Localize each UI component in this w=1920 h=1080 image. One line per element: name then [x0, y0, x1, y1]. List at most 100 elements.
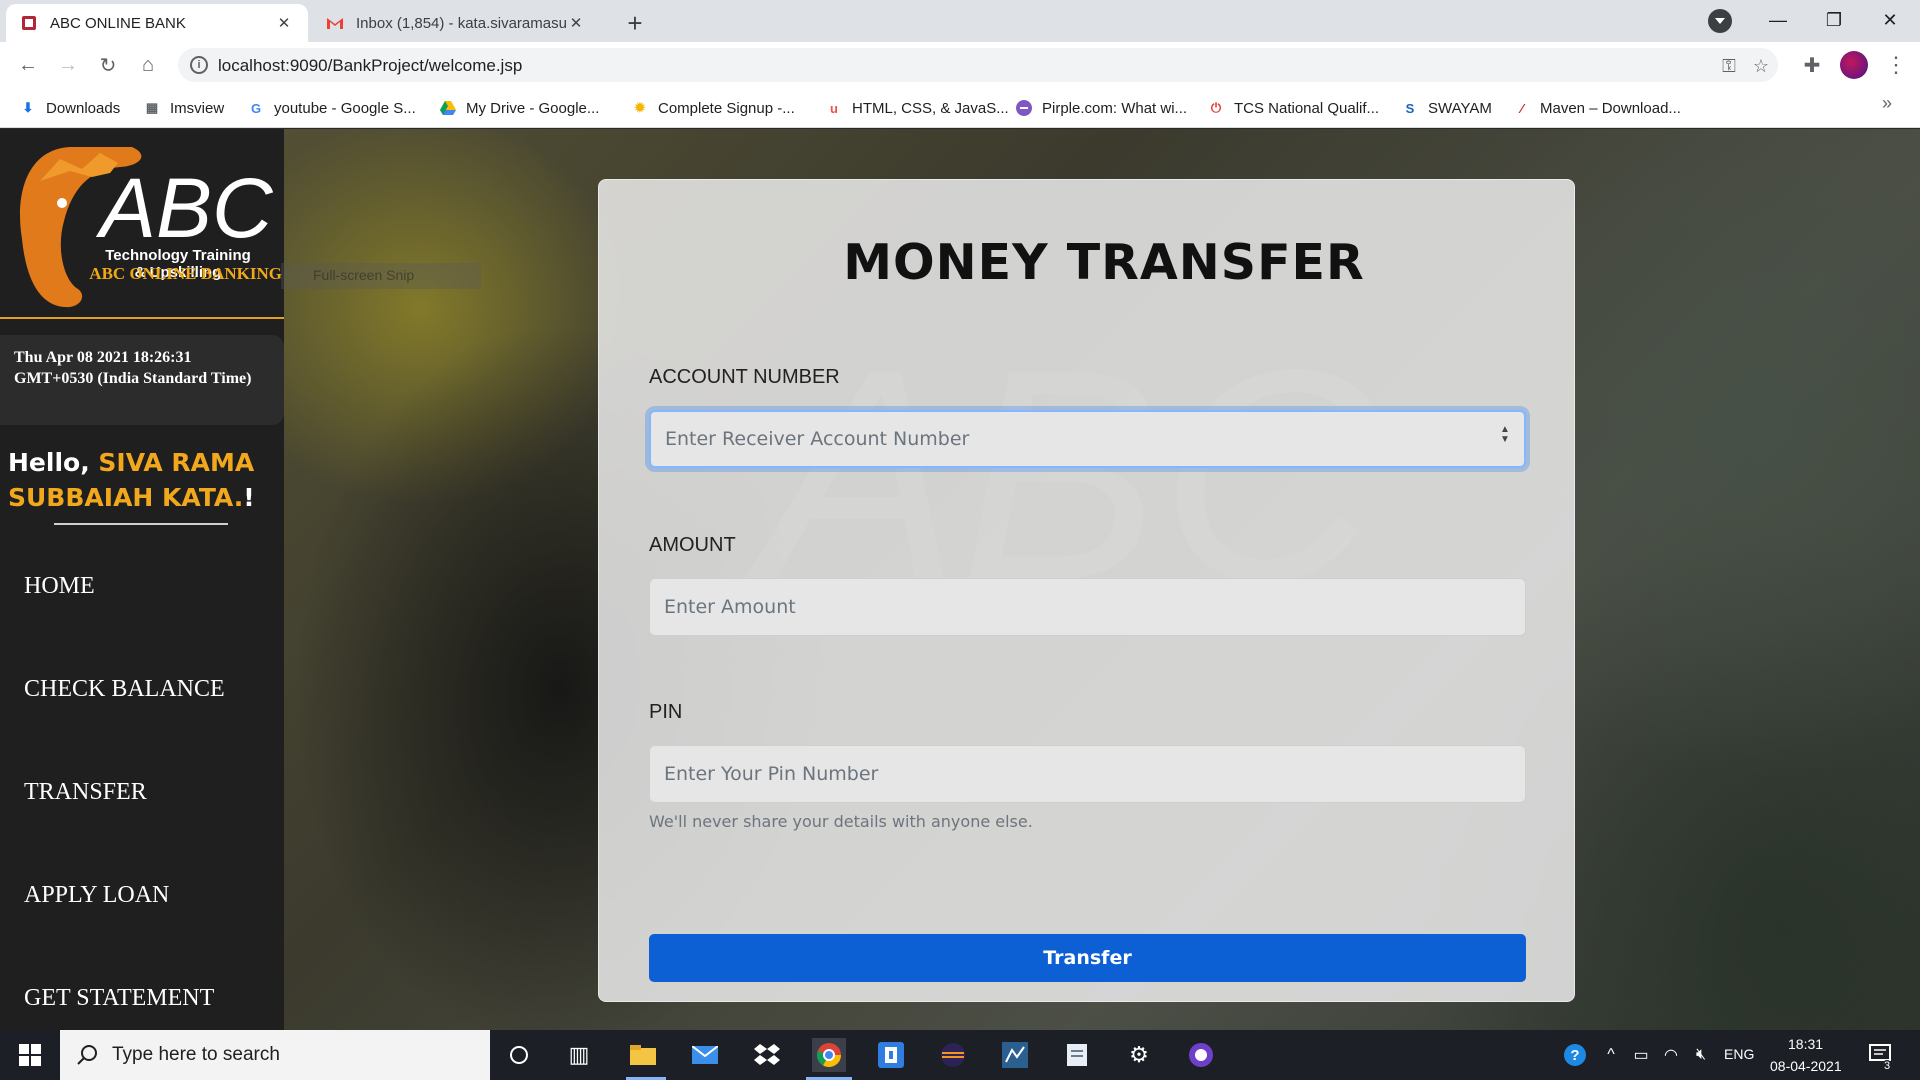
privacy-help-text: We'll never share your details with anyo… — [649, 812, 1033, 831]
nav-home[interactable]: HOME — [24, 573, 95, 600]
windows-start-icon[interactable] — [0, 1030, 60, 1080]
windows-taskbar: Type here to search ▥ ⚙ ? ^ ▭ ◠ 🔇︎ ENG 1… — [0, 1030, 1920, 1080]
gmail-icon — [326, 14, 344, 32]
bookmark-pirple[interactable]: Pirple.com: What wi... — [1016, 97, 1187, 119]
chrome-icon[interactable] — [812, 1038, 846, 1072]
minimize-button[interactable]: — — [1750, 0, 1806, 40]
wifi-icon[interactable]: ◠ — [1654, 1038, 1688, 1072]
battery-icon[interactable]: ▭ — [1624, 1038, 1658, 1072]
bookmark-maven[interactable]: ∕ Maven – Download... — [1514, 97, 1681, 119]
language-indicator[interactable]: ENG — [1724, 1046, 1754, 1062]
greeting-suffix: ! — [243, 483, 255, 512]
forward-icon[interactable]: → — [54, 51, 82, 79]
account-number-input[interactable] — [649, 410, 1526, 468]
bookmark-complete-signup[interactable]: ✹ Complete Signup -... — [632, 97, 795, 119]
browser-toolbar: ← → ↻ ⌂ i localhost:9090/BankProject/wel… — [0, 42, 1920, 88]
sidebar: ABC Technology Training & Upskilling ABC… — [0, 129, 284, 1030]
taskbar-search[interactable]: Type here to search — [60, 1030, 490, 1080]
bookmark-label: youtube - Google S... — [274, 99, 416, 117]
close-window-button[interactable]: ✕ — [1862, 0, 1918, 40]
settings-gear-app-icon[interactable]: ⚙ — [1122, 1038, 1156, 1072]
extensions-puzzle-icon[interactable]: ✚ — [1798, 51, 1826, 79]
search-icon — [77, 1045, 97, 1065]
bookmark-label: HTML, CSS, & JavaS... — [852, 99, 1009, 117]
svg-text:?: ? — [1570, 1047, 1579, 1064]
bookmarks-overflow-icon[interactable]: » — [1882, 93, 1892, 114]
dropbox-icon[interactable] — [750, 1038, 784, 1072]
back-icon[interactable]: ← — [14, 51, 42, 79]
greeting: Hello, SIVA RAMA SUBBAIAH KATA.! — [0, 445, 284, 515]
abc-logo: ABC Technology Training & Upskilling ABC… — [0, 129, 284, 319]
amount-input[interactable] — [649, 578, 1526, 636]
reload-icon[interactable]: ↻ — [94, 51, 122, 79]
bookmarks-bar: ⬇ Downloads ▦ Imsview G youtube - Google… — [0, 88, 1920, 128]
site-info-icon[interactable]: i — [190, 56, 208, 74]
clock-time[interactable]: 18:31 — [1788, 1036, 1823, 1052]
tab-close-icon[interactable]: ✕ — [566, 13, 586, 33]
abc-favicon-icon — [20, 14, 38, 32]
key-icon[interactable]: ⚿ — [1718, 55, 1740, 77]
bookmark-label: My Drive - Google... — [466, 99, 600, 117]
mysql-workbench-icon[interactable] — [998, 1038, 1032, 1072]
maximize-button[interactable]: ❐ — [1806, 0, 1862, 40]
elephant-logo-icon: ABC Technology Training & Upskilling — [20, 147, 274, 308]
new-tab-button[interactable]: + — [620, 8, 650, 38]
transfer-button[interactable]: Transfer — [649, 934, 1526, 982]
help-icon[interactable]: ? — [1558, 1038, 1592, 1072]
bookmark-label: Maven – Download... — [1540, 99, 1681, 117]
url-text[interactable]: localhost:9090/BankProject/welcome.jsp — [218, 56, 522, 76]
tab-abc-online-bank[interactable]: ABC ONLINE BANK ✕ — [6, 4, 308, 42]
chrome-menu-icon[interactable]: ⋮ — [1885, 51, 1907, 79]
nav-transfer[interactable]: TRANSFER — [24, 779, 147, 806]
app-blue-square-icon[interactable] — [874, 1038, 908, 1072]
drive-icon — [440, 100, 456, 116]
notifications-icon[interactable] — [1864, 1038, 1898, 1072]
bookmark-my-drive[interactable]: My Drive - Google... — [440, 97, 599, 119]
bookmark-youtube-google[interactable]: G youtube - Google S... — [248, 97, 416, 119]
nav-get-statement[interactable]: GET STATEMENT — [24, 985, 214, 1012]
github-desktop-icon[interactable] — [1184, 1038, 1218, 1072]
bookmark-imsview[interactable]: ▦ Imsview — [144, 97, 224, 119]
bookmark-star-icon[interactable]: ☆ — [1750, 55, 1772, 77]
pirple-icon — [1016, 100, 1032, 116]
logo-caption: ABC ONLINE BANKING — [89, 264, 282, 283]
number-spinner-icon[interactable]: ▲ ▼ — [1498, 425, 1512, 445]
bookmark-html-css-js[interactable]: u HTML, CSS, & JavaS... — [826, 97, 1009, 119]
google-icon: G — [250, 100, 262, 116]
snip-overlay-label: Full-screen Snip — [281, 263, 481, 289]
file-explorer-icon[interactable] — [626, 1038, 660, 1072]
volume-muted-icon[interactable]: 🔇︎ — [1684, 1038, 1718, 1072]
bookmark-downloads[interactable]: ⬇ Downloads — [20, 97, 121, 119]
nav-check-balance[interactable]: CHECK BALANCE — [24, 676, 225, 703]
amount-label: AMOUNT — [649, 534, 736, 556]
tab-title: Inbox (1,854) - kata.sivaramasubb — [356, 14, 566, 32]
tab-search-icon[interactable] — [1708, 9, 1732, 33]
swayam-icon: S — [1405, 100, 1415, 116]
tray-chevron-icon[interactable]: ^ — [1594, 1038, 1628, 1072]
bookmark-label: TCS National Qualif... — [1234, 99, 1380, 117]
svg-text:ABC: ABC — [95, 161, 274, 255]
tab-close-icon[interactable]: ✕ — [274, 13, 294, 33]
notepad-icon[interactable] — [1060, 1038, 1094, 1072]
bookmark-tcs[interactable]: ⏻ TCS National Qualif... — [1208, 97, 1379, 119]
bookmark-label: Pirple.com: What wi... — [1042, 99, 1188, 117]
download-icon: ⬇ — [22, 100, 34, 115]
cortana-icon[interactable] — [502, 1038, 536, 1072]
clock-date[interactable]: 08-04-2021 — [1770, 1058, 1842, 1074]
pin-input[interactable] — [649, 745, 1526, 803]
bookmark-label: Complete Signup -... — [658, 99, 795, 117]
bookmark-label: Downloads — [46, 99, 121, 117]
datetime-display: Thu Apr 08 2021 18:26:31 GMT+0530 (India… — [0, 335, 284, 425]
eclipse-icon[interactable] — [936, 1038, 970, 1072]
task-view-icon[interactable]: ▥ — [562, 1038, 596, 1072]
address-bar[interactable]: i localhost:9090/BankProject/welcome.jsp… — [178, 48, 1778, 82]
pin-label: PIN — [649, 701, 683, 723]
profile-avatar[interactable] — [1840, 51, 1868, 79]
page-title: MONEY TRANSFER — [843, 234, 1365, 291]
nav-apply-loan[interactable]: APPLY LOAN — [24, 882, 169, 909]
home-icon[interactable]: ⌂ — [134, 51, 162, 79]
bookmark-swayam[interactable]: S SWAYAM — [1402, 97, 1492, 119]
mail-icon[interactable] — [688, 1038, 722, 1072]
tab-gmail-inbox[interactable]: Inbox (1,854) - kata.sivaramasubb ✕ — [312, 4, 600, 42]
browser-tabstrip: ABC ONLINE BANK ✕ Inbox (1,854) - kata.s… — [0, 0, 1920, 42]
